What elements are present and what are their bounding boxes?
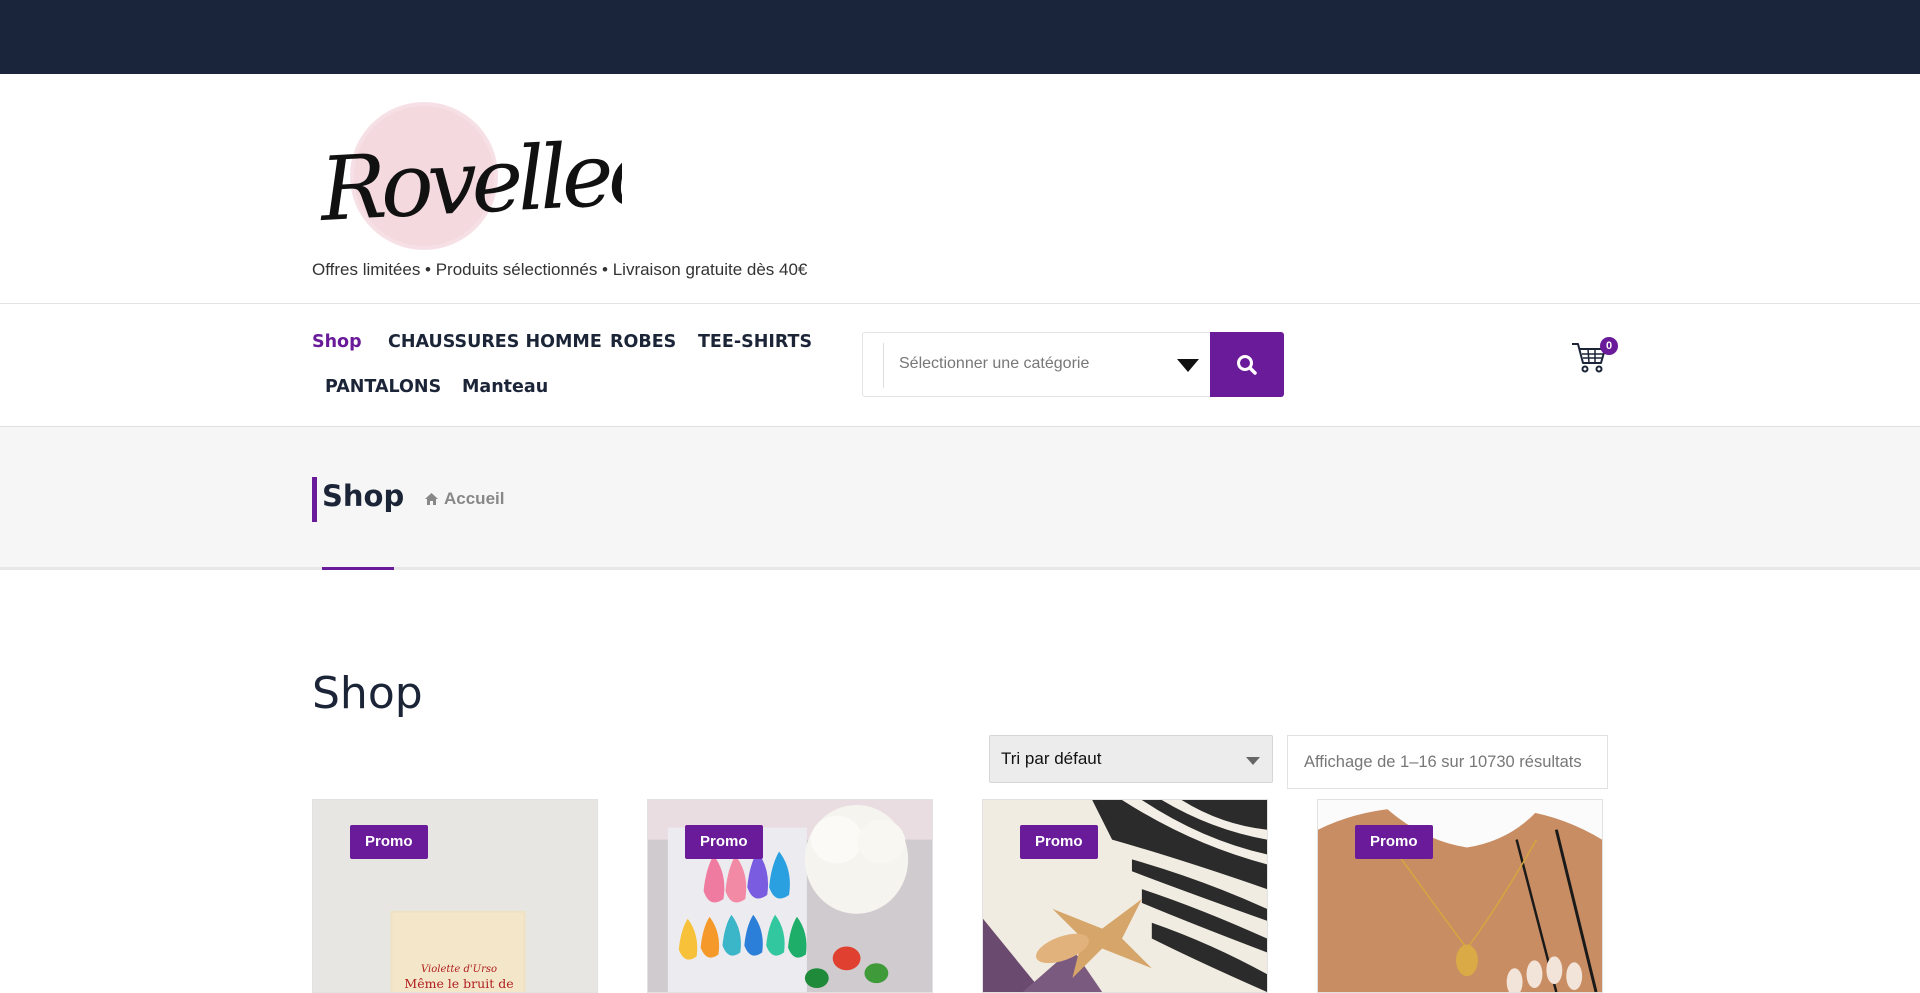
site-tagline: Offres limitées • Produits sélectionnés … bbox=[312, 260, 808, 279]
cart-count-badge: 0 bbox=[1600, 337, 1618, 355]
sort-select[interactable]: Tri par défaut bbox=[989, 735, 1273, 783]
book-author: Violette d'Urso bbox=[420, 964, 498, 975]
chevron-down-icon[interactable] bbox=[1177, 359, 1199, 372]
top-bar bbox=[0, 0, 1920, 74]
promo-badge: Promo bbox=[1020, 825, 1098, 859]
main-navigation: Shop CHAUSSURES HOMME ROBES TEE-SHIRTS P… bbox=[0, 304, 1920, 427]
cart-button[interactable]: 0 bbox=[1570, 337, 1618, 374]
result-count: Affichage de 1–16 sur 10730 résultats bbox=[1287, 735, 1608, 789]
page-title: Shop bbox=[322, 479, 405, 513]
title-accent-bar bbox=[312, 477, 317, 522]
title-underline bbox=[322, 567, 394, 570]
nav-item-tee-shirts[interactable]: TEE-SHIRTS bbox=[698, 332, 812, 352]
chevron-down-icon bbox=[1246, 757, 1260, 765]
nav-item-chaussures-homme[interactable]: CHAUSSURES HOMME bbox=[388, 332, 602, 352]
shop-heading: Shop bbox=[312, 668, 423, 719]
nav-item-pantalons[interactable]: PANTALONS bbox=[325, 377, 441, 397]
page-title-band: Shop Accueil bbox=[0, 427, 1920, 570]
category-select[interactable]: Sélectionner une catégorie bbox=[899, 355, 1089, 373]
nav-item-manteau[interactable]: Manteau bbox=[462, 377, 548, 397]
breadcrumb[interactable]: Accueil bbox=[424, 489, 504, 509]
promo-badge: Promo bbox=[350, 825, 428, 859]
logo-wordmark: Rovelleclub bbox=[316, 114, 622, 241]
nav-item-robes[interactable]: ROBES bbox=[610, 332, 676, 352]
site-header: Rovelleclub Offres limitées • Produits s… bbox=[0, 74, 1920, 304]
search-divider bbox=[883, 343, 884, 388]
product-card[interactable]: Promo bbox=[982, 799, 1268, 993]
product-search: Sélectionner une catégorie bbox=[862, 332, 1284, 397]
nav-item-shop[interactable]: Shop bbox=[312, 332, 362, 352]
home-icon bbox=[425, 493, 438, 505]
product-card[interactable]: Promo bbox=[1317, 799, 1603, 993]
sort-selected-value: Tri par défaut bbox=[1001, 749, 1102, 768]
search-button[interactable] bbox=[1210, 332, 1284, 397]
search-icon bbox=[1237, 354, 1257, 375]
book-title: Même le bruit de bbox=[404, 976, 514, 991]
promo-badge: Promo bbox=[685, 825, 763, 859]
site-logo[interactable]: Rovelleclub bbox=[312, 102, 622, 250]
breadcrumb-home-link[interactable]: Accueil bbox=[444, 489, 504, 509]
product-card[interactable]: Violette d'Urso Même le bruit de Promo bbox=[312, 799, 598, 993]
promo-badge: Promo bbox=[1355, 825, 1433, 859]
product-card[interactable]: Promo bbox=[647, 799, 933, 993]
result-count-text: Affichage de 1–16 sur 10730 résultats bbox=[1304, 753, 1582, 771]
